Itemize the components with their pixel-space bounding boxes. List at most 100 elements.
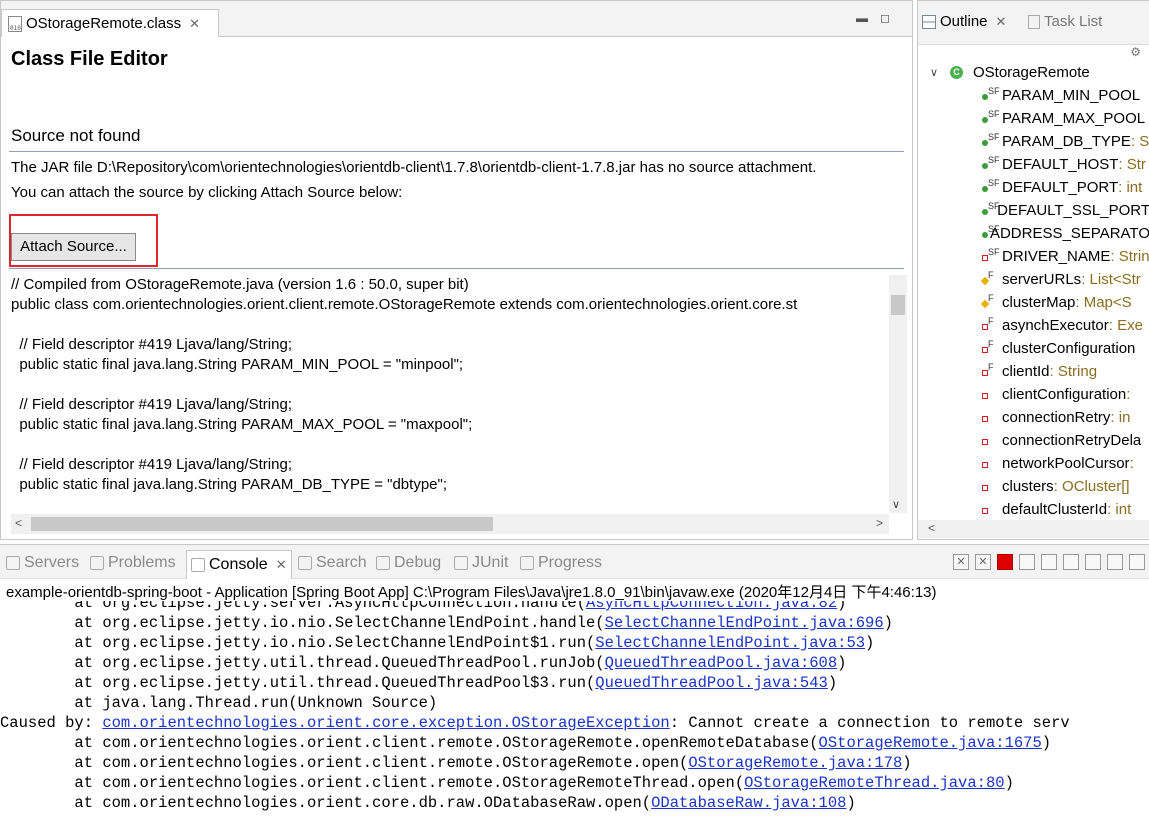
minimize-icon[interactable]: ▬ xyxy=(856,11,880,25)
outline-item[interactable]: FclusterConfiguration xyxy=(918,337,1149,360)
window-controls[interactable]: ▬◻ xyxy=(856,11,902,25)
console-text: ) xyxy=(902,754,912,772)
private-field-icon xyxy=(980,388,996,402)
scroll-thumb[interactable] xyxy=(891,295,905,315)
stack-trace-link[interactable]: AsyncHttpConnection.java:82 xyxy=(586,601,837,612)
remove-all-icon[interactable]: ✕ xyxy=(975,554,991,570)
outline-item[interactable]: SF PARAM_MIN_POOL xyxy=(918,84,1149,107)
tab-label: Progress xyxy=(538,554,603,571)
stack-trace-link[interactable]: OStorageRemote.java:178 xyxy=(688,754,902,772)
scroll-thumb[interactable] xyxy=(31,517,493,531)
tab-progress[interactable]: Progress xyxy=(520,554,602,572)
code-line: // Field descriptor #419 Ljava/lang/Stri… xyxy=(11,396,292,413)
chevron-right-icon[interactable]: > xyxy=(876,516,883,530)
outline-item[interactable]: clientConfiguration : xyxy=(918,383,1149,406)
outline-item-type: : OCluster[] xyxy=(1053,478,1130,495)
console-toolbar: ✕ ✕ xyxy=(953,554,1145,570)
outline-item-type: : Strin xyxy=(1110,248,1149,265)
editor-tab[interactable]: OStorageRemote.class ✕ xyxy=(1,9,219,37)
private-field-icon xyxy=(980,457,996,471)
tab-outline[interactable]: Outline ✕ xyxy=(922,13,1006,30)
pin-console-icon[interactable] xyxy=(1085,554,1101,570)
chevron-down-icon[interactable]: ∨ xyxy=(892,498,900,511)
console-text: ) xyxy=(1041,734,1052,752)
clear-console-icon[interactable] xyxy=(1019,554,1035,570)
chevron-left-icon[interactable]: < xyxy=(15,516,22,530)
display-console-icon[interactable] xyxy=(1107,554,1123,570)
maximize-icon[interactable]: ◻ xyxy=(880,11,902,25)
final-protected-field-icon: F xyxy=(980,293,996,310)
outline-item[interactable]: SF DEFAULT_PORT : int xyxy=(918,176,1149,199)
stack-trace-link[interactable]: com.orientechnologies.orient.core.except… xyxy=(102,714,669,732)
tab-problems[interactable]: Problems xyxy=(90,554,176,572)
outline-item[interactable]: SF PARAM_MAX_POOL xyxy=(918,107,1149,130)
stack-trace-link[interactable]: SelectChannelEndPoint.java:53 xyxy=(595,634,865,652)
modifier-badge: SF xyxy=(988,108,1000,119)
console-text: at org.eclipse.jetty.util.thread.QueuedT… xyxy=(0,674,596,692)
close-icon[interactable]: ✕ xyxy=(276,557,287,573)
console-text: ) xyxy=(837,601,847,612)
console-text: ) xyxy=(883,614,893,632)
outline-item-type: : S xyxy=(1130,133,1149,150)
code-line: // Field descriptor #419 Ljava/lang/Stri… xyxy=(11,336,292,353)
modifier-badge: F xyxy=(988,361,994,372)
outline-item[interactable]: networkPoolCursor : xyxy=(918,452,1149,475)
remove-launch-icon[interactable]: ✕ xyxy=(953,554,969,570)
static-final-public-field-icon: SF xyxy=(980,86,1000,103)
horizontal-scrollbar[interactable]: < xyxy=(918,520,1149,538)
chevron-left-icon[interactable]: < xyxy=(928,521,935,535)
bottom-tab-bar: Servers Problems Console ✕ Search Debug J… xyxy=(0,545,1149,579)
outline-item[interactable]: FserverURLs : List<Str xyxy=(918,268,1149,291)
tab-task-list[interactable]: Task List xyxy=(1028,13,1102,30)
tree-root[interactable]: ∨ C OStorageRemote xyxy=(918,61,1149,84)
outline-item[interactable]: defaultClusterId : int xyxy=(918,498,1149,521)
outline-item[interactable]: FclusterMap : Map<S xyxy=(918,291,1149,314)
stack-trace-link[interactable]: OStorageRemote.java:1675 xyxy=(819,734,1042,752)
tab-servers[interactable]: Servers xyxy=(6,554,79,572)
outline-item[interactable]: FclientId : String xyxy=(918,360,1149,383)
outline-item[interactable]: clusters : OCluster[] xyxy=(918,475,1149,498)
outline-item-name: connectionRetry xyxy=(1002,409,1111,426)
stack-trace-link[interactable]: QueuedThreadPool.java:543 xyxy=(595,674,828,692)
close-icon[interactable]: ✕ xyxy=(189,16,200,32)
attach-source-button[interactable]: Attach Source... xyxy=(11,233,136,261)
open-console-icon[interactable] xyxy=(1129,554,1145,570)
stack-trace-link[interactable]: QueuedThreadPool.java:608 xyxy=(605,654,838,672)
console-line: at org.eclipse.jetty.server.AsyncHttpCon… xyxy=(0,601,1149,613)
outline-item[interactable]: FasynchExecutor : Exe xyxy=(918,314,1149,337)
outline-toolbar-icon[interactable]: ⚙ xyxy=(1130,45,1141,59)
word-wrap-icon[interactable] xyxy=(1063,554,1079,570)
console-output[interactable]: at org.eclipse.jetty.server.AsyncHttpCon… xyxy=(0,601,1149,817)
outline-item[interactable]: SF DEFAULT_HOST : Str xyxy=(918,153,1149,176)
tab-search[interactable]: Search xyxy=(298,554,367,572)
stack-trace-link[interactable]: SelectChannelEndPoint.java:696 xyxy=(605,614,884,632)
terminate-icon[interactable] xyxy=(997,554,1013,570)
outline-item[interactable]: SF DEFAULT_SSL_PORT xyxy=(918,199,1149,222)
outline-item[interactable]: connectionRetryDela xyxy=(918,429,1149,452)
debug-icon xyxy=(376,556,390,570)
divider xyxy=(9,151,904,152)
modifier-badge: F xyxy=(988,269,994,280)
outline-item[interactable]: SF DRIVER_NAME : Strin xyxy=(918,245,1149,268)
code-line: public static final java.lang.String PAR… xyxy=(11,416,473,433)
vertical-scrollbar[interactable]: ∨ xyxy=(889,275,907,513)
stack-trace-link[interactable]: OStorageRemoteThread.java:80 xyxy=(744,774,1004,792)
close-icon[interactable]: ✕ xyxy=(996,14,1007,30)
outline-item[interactable]: connectionRetry : in xyxy=(918,406,1149,429)
stack-trace-link[interactable]: ODatabaseRaw.java:108 xyxy=(651,794,846,812)
tab-label: Console xyxy=(209,556,268,573)
outline-item[interactable]: SF ADDRESS_SEPARATO xyxy=(918,222,1149,245)
horizontal-scrollbar[interactable]: < > xyxy=(11,514,889,534)
tab-junit[interactable]: JUnit xyxy=(454,554,508,572)
code-line: public class com.orientechnologies.orien… xyxy=(11,296,798,313)
tab-debug[interactable]: Debug xyxy=(376,554,441,572)
scroll-lock-icon[interactable] xyxy=(1041,554,1057,570)
outline-item[interactable]: SF PARAM_DB_TYPE : S xyxy=(918,130,1149,153)
bytecode-view[interactable]: // Compiled from OStorageRemote.java (ve… xyxy=(11,275,907,513)
console-line: at org.eclipse.jetty.io.nio.SelectChanne… xyxy=(0,633,1149,653)
chevron-down-icon[interactable]: ∨ xyxy=(930,66,944,79)
tab-console[interactable]: Console ✕ xyxy=(186,550,292,579)
static-final-private-field-icon: SF xyxy=(980,247,1000,264)
console-line: at com.orientechnologies.orient.core.db.… xyxy=(0,793,1149,813)
